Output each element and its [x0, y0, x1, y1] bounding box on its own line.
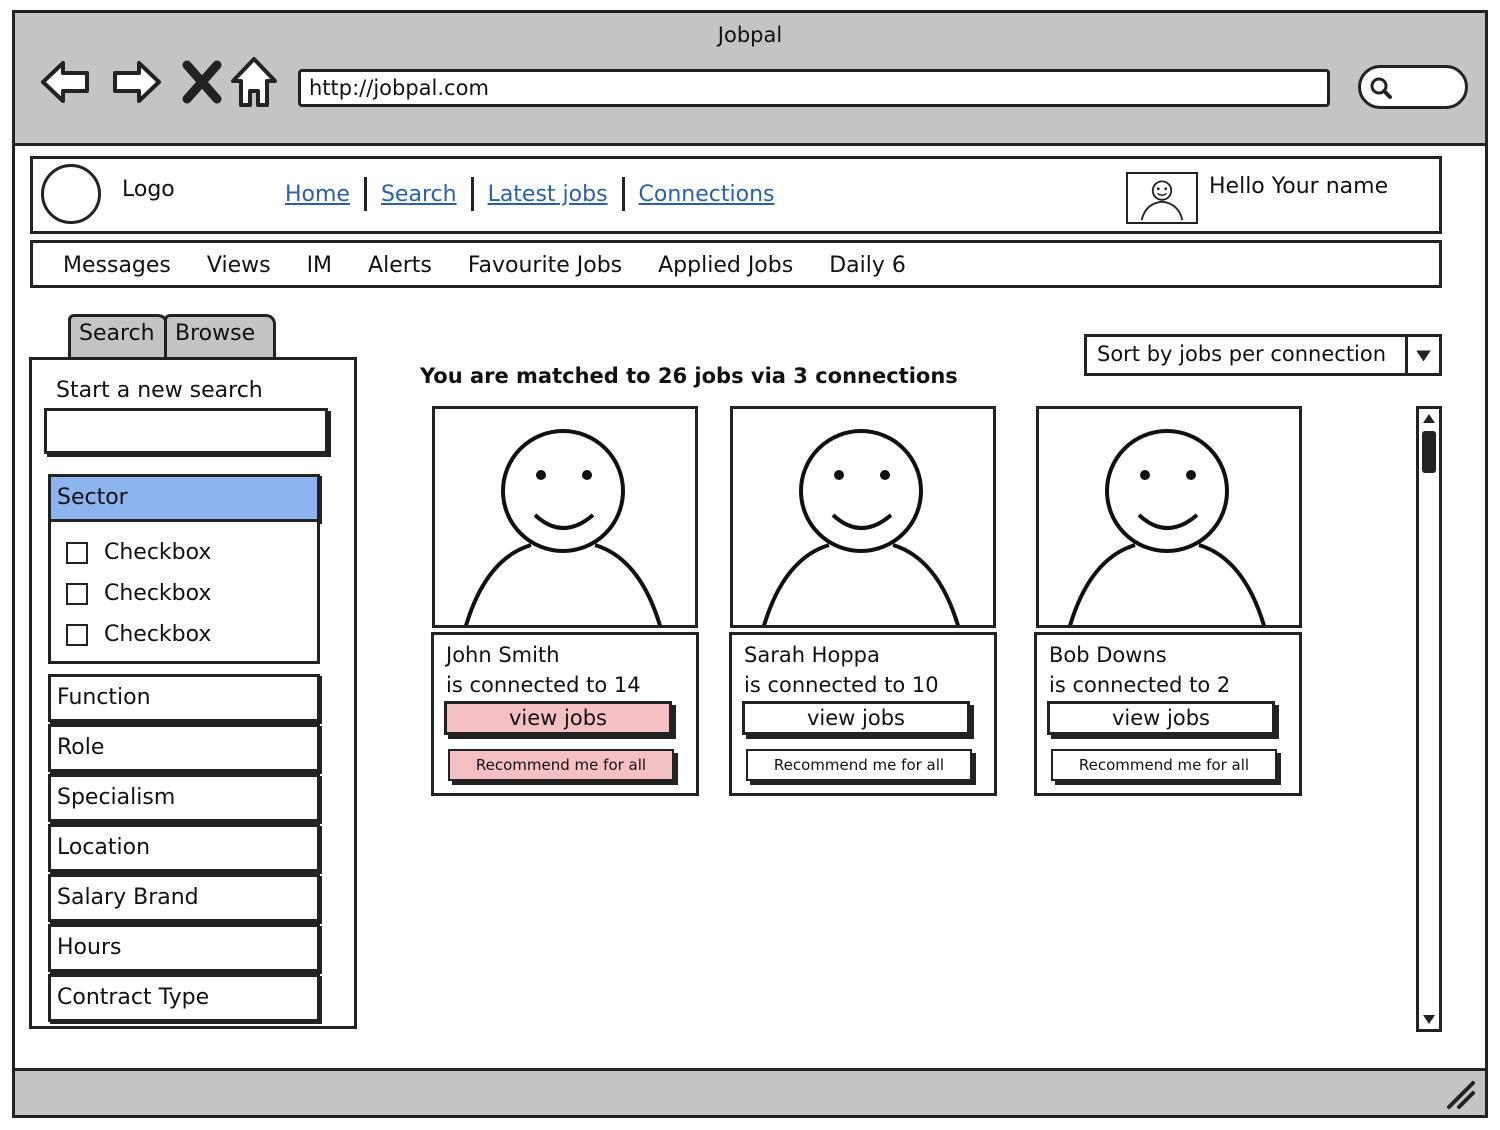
scroll-thumb[interactable]: [1422, 431, 1436, 473]
top-nav: Home Search Latest jobs Connections: [285, 177, 775, 211]
person-icon: [464, 429, 662, 625]
search-icon: [1370, 77, 1392, 99]
tab-search[interactable]: Search: [68, 314, 168, 358]
vertical-scrollbar[interactable]: [1416, 406, 1442, 1032]
nav-divider: [621, 177, 625, 211]
subnav-item-favourite-jobs[interactable]: Favourite Jobs: [468, 253, 622, 278]
window-title: Jobpal: [717, 23, 783, 47]
connection-card: John Smith is connected to 14 view jobs …: [431, 632, 699, 796]
avatar-icon[interactable]: [1126, 172, 1198, 224]
connection-count: is connected to 10: [744, 673, 939, 697]
site-header: Logo Home Search Latest jobs Connections…: [30, 156, 1442, 234]
browser-search-box[interactable]: [1358, 65, 1468, 109]
facet-contract-type[interactable]: Contract Type: [48, 974, 320, 1022]
checkbox[interactable]: [66, 582, 88, 605]
status-bar: [15, 1068, 1485, 1115]
facet-location[interactable]: Location: [48, 824, 320, 872]
connection-name: John Smith: [446, 643, 560, 667]
subnav-item-applied-jobs[interactable]: Applied Jobs: [658, 253, 793, 278]
connection-photo[interactable]: [432, 406, 698, 628]
new-search-label: Start a new search: [56, 378, 263, 403]
tab-browse[interactable]: Browse: [164, 314, 276, 358]
connection-count: is connected to 2: [1049, 673, 1231, 697]
checkbox[interactable]: [66, 541, 88, 564]
facet-function[interactable]: Function: [48, 674, 320, 722]
new-search-input[interactable]: [44, 408, 328, 454]
view-jobs-button[interactable]: view jobs: [1047, 701, 1275, 735]
facet-salary-brand[interactable]: Salary Brand: [48, 874, 320, 922]
sort-dropdown-value: Sort by jobs per connection: [1097, 342, 1387, 366]
connection-card: Bob Downs is connected to 2 view jobs Re…: [1034, 632, 1302, 796]
subnav-item-daily-6[interactable]: Daily 6: [829, 253, 906, 278]
connection-name: Sarah Hoppa: [744, 643, 880, 667]
back-arrow-icon[interactable]: [39, 55, 93, 109]
nav-divider: [363, 177, 367, 211]
connection-photo[interactable]: [1036, 406, 1302, 628]
subnav-item-messages[interactable]: Messages: [63, 253, 171, 278]
scroll-up-arrow-icon[interactable]: [1419, 409, 1439, 429]
stop-icon[interactable]: [177, 55, 231, 109]
nav-link-search[interactable]: Search: [381, 182, 457, 207]
facet-sector[interactable]: Sector: [48, 474, 320, 522]
sub-nav-list: Messages Views IM Alerts Favourite Jobs …: [63, 253, 942, 278]
subnav-item-im[interactable]: IM: [307, 253, 332, 278]
person-icon: [762, 429, 960, 625]
recommend-button[interactable]: Recommend me for all: [746, 749, 972, 781]
nav-link-home[interactable]: Home: [285, 182, 350, 207]
checkbox-label: Checkbox: [104, 581, 212, 606]
subnav-item-views[interactable]: Views: [207, 253, 271, 278]
sector-checkbox[interactable]: Checkbox: [66, 540, 211, 565]
nav-link-latest-jobs[interactable]: Latest jobs: [488, 182, 608, 207]
sub-nav: Messages Views IM Alerts Favourite Jobs …: [30, 240, 1442, 288]
sector-checkbox[interactable]: Checkbox: [66, 581, 211, 606]
browser-chrome: Jobpal http://jobpal.com: [15, 13, 1485, 146]
search-panel: Start a new search Sector Checkbox Check…: [29, 357, 357, 1029]
checkbox-label: Checkbox: [104, 540, 212, 565]
recommend-button[interactable]: Recommend me for all: [1051, 749, 1277, 781]
connection-photo[interactable]: [730, 406, 996, 628]
view-jobs-button[interactable]: view jobs: [742, 701, 970, 735]
subnav-item-alerts[interactable]: Alerts: [368, 253, 432, 278]
dropdown-arrow-icon[interactable]: [1405, 337, 1439, 373]
forward-arrow-icon[interactable]: [109, 55, 163, 109]
scroll-down-arrow-icon[interactable]: [1419, 1009, 1439, 1029]
person-icon: [1068, 429, 1266, 625]
connection-name: Bob Downs: [1049, 643, 1167, 667]
view-jobs-button[interactable]: view jobs: [444, 701, 672, 735]
home-icon[interactable]: [227, 55, 281, 109]
connection-count: is connected to 14: [446, 673, 641, 697]
facet-specialism[interactable]: Specialism: [48, 774, 320, 822]
sector-checkbox[interactable]: Checkbox: [66, 622, 211, 647]
resize-grip-icon[interactable]: [1443, 1077, 1477, 1111]
checkbox[interactable]: [66, 623, 88, 646]
url-bar[interactable]: http://jobpal.com: [298, 69, 1330, 107]
facet-hours[interactable]: Hours: [48, 924, 320, 972]
connection-card: Sarah Hoppa is connected to 10 view jobs…: [729, 632, 997, 796]
facet-role[interactable]: Role: [48, 724, 320, 772]
match-summary: You are matched to 26 jobs via 3 connect…: [420, 364, 958, 388]
nav-divider: [470, 177, 474, 211]
recommend-button[interactable]: Recommend me for all: [448, 749, 674, 781]
logo-icon[interactable]: [41, 164, 101, 224]
user-greeting: Hello Your name: [1209, 174, 1389, 199]
logo-text: Logo: [122, 177, 175, 202]
sort-dropdown[interactable]: Sort by jobs per connection: [1084, 334, 1442, 376]
checkbox-label: Checkbox: [104, 622, 212, 647]
nav-link-connections[interactable]: Connections: [639, 182, 775, 207]
